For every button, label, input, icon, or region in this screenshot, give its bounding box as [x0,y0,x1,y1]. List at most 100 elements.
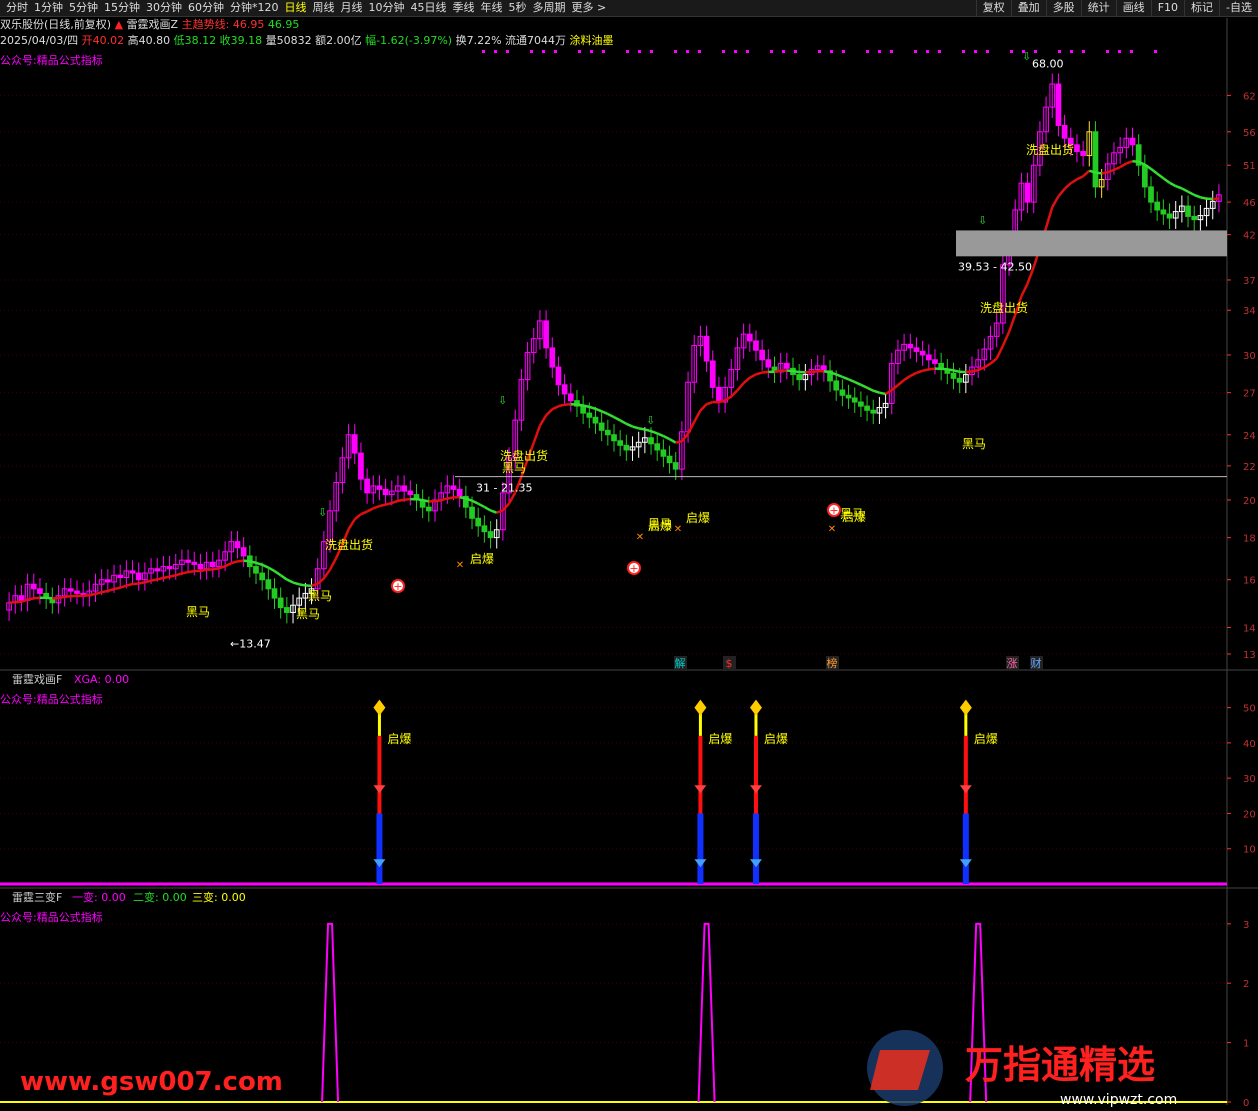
plus-circle-sign-1: + [629,562,638,575]
trend-seg-154 [953,369,960,374]
main-tick-label-14: 56 [1243,128,1256,139]
trend-seg-86 [532,425,542,444]
candle-body-134 [833,380,840,391]
trend-seg-105 [650,429,658,435]
candle-body-173 [1074,144,1080,152]
annotation-text-4: 黑马 [962,437,986,451]
trend-seg-107 [662,434,671,441]
trend-seg-19 [119,584,127,589]
trend-seg-162 [1001,331,1011,347]
candle-body-78 [487,531,494,539]
trend-seg-113 [699,403,708,412]
candle-body-75 [469,506,475,519]
panel3-f3: 三变: 0.00 [192,890,246,904]
trend-seg-181 [1119,162,1127,169]
candle-body-174 [1080,150,1086,157]
trend-seg-187 [1156,172,1165,180]
trend-seg-169 [1044,206,1054,229]
trend-seg-123 [762,370,769,374]
top-dot [938,50,941,53]
trend-seg-27 [169,574,177,578]
candle-body-171 [1061,124,1068,139]
trend-seg-21 [132,582,139,586]
candle-body-68 [425,506,432,512]
main-tick-label-9: 34 [1243,306,1256,317]
butterfly-icon-0: ✕ [456,560,464,571]
main-tick-label-0: 13 [1243,650,1256,661]
trend-seg-156 [965,370,973,374]
candle-body-187 [1160,209,1167,215]
annotation-text-11: 启爆 [470,552,494,566]
trend-seg-24 [150,578,158,582]
candle-body-191 [1185,205,1191,217]
trend-seg-99 [613,416,621,422]
p2-gem-blue-3 [959,859,972,868]
trend-seg-100 [619,419,627,425]
diamond-icon-0 [373,699,386,716]
top-dot [1034,50,1037,53]
candle-body-10 [67,588,74,592]
top-dot [1118,50,1121,53]
candle-body-106 [660,449,667,457]
trend-seg-80 [496,509,504,514]
support-label: 31 - 21.35 [476,482,532,495]
candle-body-20 [129,570,136,574]
trend-seg-194 [1200,196,1207,200]
candle-body-97 [604,429,611,436]
annotation-text-12: 启爆 [648,519,672,533]
trend-seg-32 [200,568,207,573]
trend-seg-61 [379,503,386,508]
p3-tick-label-1: 1 [1243,1039,1249,1050]
trend-seg-147 [909,371,918,378]
trend-seg-26 [163,575,170,580]
candle-body-56 [351,434,358,454]
trend-seg-116 [718,399,726,404]
candle-body-138 [858,401,864,407]
trend-seg-173 [1070,178,1078,185]
trend-seg-67 [416,497,423,502]
price-zone-label: 39.53 - 42.50 [958,260,1032,273]
candle-body-115 [716,386,722,403]
candle-body-188 [1166,213,1173,219]
annotation-text-2: 黑马 [296,607,320,621]
trend-seg-94 [582,404,590,409]
candle-body-43 [271,588,278,599]
candle-body-139 [864,405,870,411]
top-dot [602,50,605,53]
annotation-text-3: 黑马 [502,461,526,475]
trend-seg-141 [872,389,880,394]
candle-body-94 [586,412,593,418]
trend-seg-117 [724,395,732,402]
main-tick-label-1: 14 [1243,623,1256,634]
candle-body-24 [154,568,161,572]
main-tick-label-13: 51 [1243,161,1256,172]
trend-seg-159 [983,362,992,369]
p2-tick-label-3: 40 [1243,739,1256,750]
trend-seg-172 [1063,182,1072,190]
annotation-text-1: 黑马 [308,589,332,603]
p2-gem-red-1 [694,785,707,794]
trend-seg-106 [656,432,664,438]
trend-seg-38 [237,559,244,563]
trend-seg-186 [1150,167,1158,175]
trend-seg-72 [447,496,454,500]
p3-tick-label-0: 0 [1243,1098,1249,1109]
trend-seg-60 [372,504,380,510]
top-dot [986,50,989,53]
candle-body-114 [709,360,716,388]
main-tick-label-8: 30 [1243,351,1256,362]
top-dot [542,50,545,53]
trend-seg-182 [1125,160,1133,165]
trend-seg-128 [792,369,800,374]
p2-label-0: 启爆 [387,732,411,746]
trend-seg-139 [860,383,868,389]
candle-body-31 [197,563,204,570]
top-dot [890,50,893,53]
p2-tick-label-1: 20 [1243,809,1256,820]
panel2-name: 雷霆戏画F [12,673,62,686]
high-label: 68.00 [1032,57,1064,70]
p3-tick-label-3: 3 [1243,920,1249,931]
trend-seg-158 [977,366,985,372]
butterfly-icon-3: ✕ [828,524,836,535]
top-dot [734,50,737,53]
